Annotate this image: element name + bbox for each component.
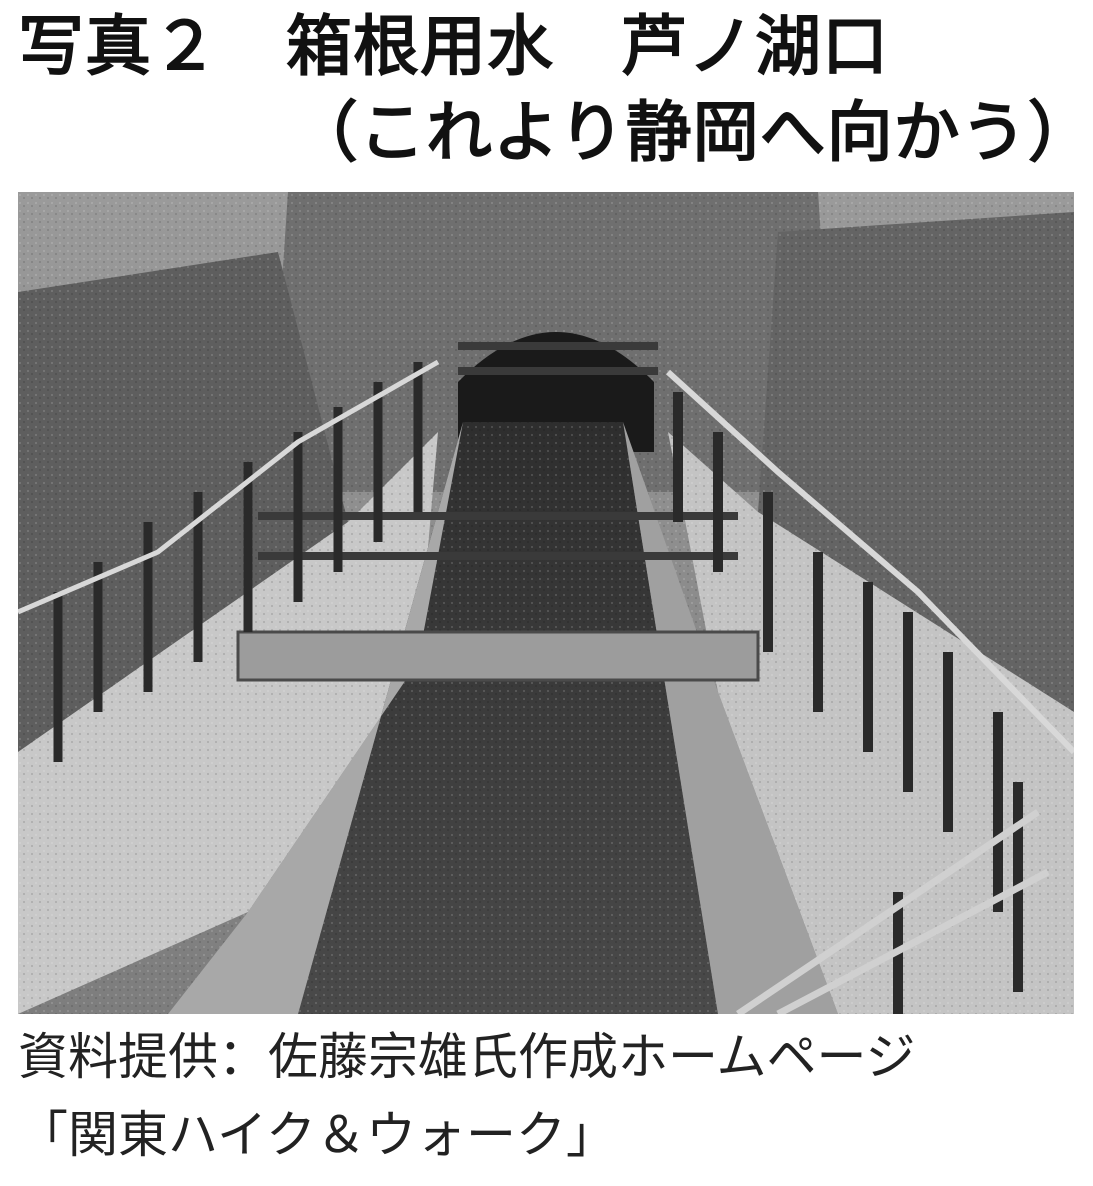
source-caption-line-1: 資料提供：佐藤宗雄氏作成ホームページ [18, 1028, 916, 1086]
photo-title-line-1: 写真２ 箱根用水 芦ノ湖口 [18, 8, 889, 85]
canal-photo-drawing [18, 192, 1074, 1014]
canal-photo [18, 192, 1074, 1014]
source-caption-line-2: 「関東ハイク＆ウォーク」 [18, 1106, 616, 1164]
photo-title-line-2: （これより静岡へ向かう） [292, 94, 1093, 171]
